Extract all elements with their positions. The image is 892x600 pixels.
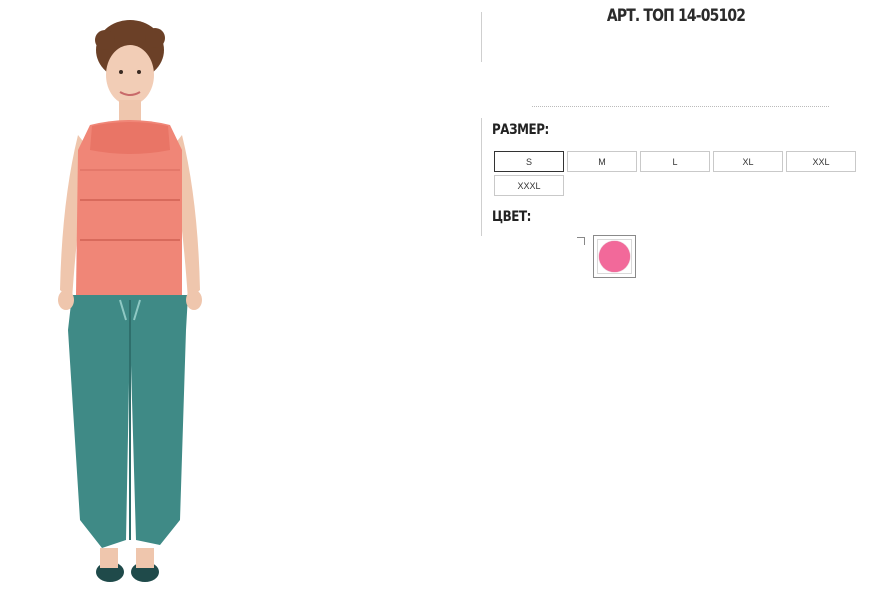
size-option-m[interactable]: M xyxy=(567,151,637,172)
color-label: ЦВЕТ: xyxy=(492,209,531,225)
color-swatch-pink[interactable] xyxy=(593,235,636,278)
size-option-xl[interactable]: XL xyxy=(713,151,783,172)
article-number: АРТ. ТОП 14-05102 xyxy=(606,6,746,26)
divider-top xyxy=(481,12,482,62)
size-selector: S M L XL XXL XXXL xyxy=(494,151,864,196)
size-option-xxxl[interactable]: XXXL xyxy=(494,175,564,196)
product-photo xyxy=(58,20,202,582)
dotted-separator xyxy=(532,106,829,107)
divider-options xyxy=(481,118,482,236)
color-swatch-dot xyxy=(599,241,630,272)
size-option-l[interactable]: L xyxy=(640,151,710,172)
size-option-xxl[interactable]: XXL xyxy=(786,151,856,172)
size-option-s[interactable]: S xyxy=(494,151,564,172)
corner-mark-icon xyxy=(577,237,585,245)
size-label: РАЗМЕР: xyxy=(492,122,549,138)
color-swatch-frame xyxy=(597,239,632,274)
